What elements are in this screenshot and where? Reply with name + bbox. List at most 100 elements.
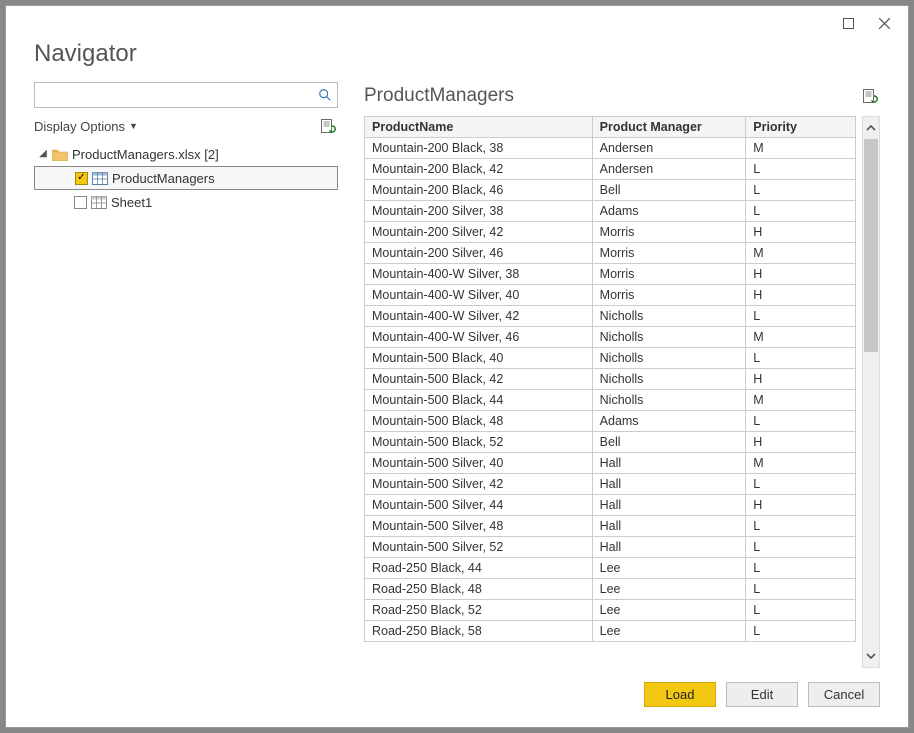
table-cell[interactable]: H (746, 264, 856, 285)
table-row[interactable]: Road-250 Black, 44LeeL (365, 558, 856, 579)
table-cell[interactable]: Mountain-500 Black, 42 (365, 369, 593, 390)
table-cell[interactable]: Road-250 Black, 58 (365, 621, 593, 642)
table-cell[interactable]: M (746, 453, 856, 474)
table-cell[interactable]: H (746, 432, 856, 453)
table-row[interactable]: Mountain-500 Black, 42NichollsH (365, 369, 856, 390)
table-cell[interactable]: Mountain-500 Silver, 44 (365, 495, 593, 516)
table-cell[interactable]: Hall (592, 516, 746, 537)
table-cell[interactable]: Mountain-400-W Silver, 42 (365, 306, 593, 327)
column-header[interactable]: Priority (746, 117, 856, 138)
table-cell[interactable]: Hall (592, 495, 746, 516)
table-cell[interactable]: L (746, 558, 856, 579)
twisty-expanded-icon[interactable]: ◢ (38, 148, 48, 159)
refresh-preview-button[interactable] (860, 86, 880, 106)
table-cell[interactable]: L (746, 600, 856, 621)
table-cell[interactable]: L (746, 201, 856, 222)
table-cell[interactable]: Hall (592, 453, 746, 474)
search-icon[interactable] (313, 88, 337, 102)
table-cell[interactable]: Morris (592, 264, 746, 285)
table-cell[interactable]: L (746, 411, 856, 432)
table-row[interactable]: Mountain-200 Silver, 42MorrisH (365, 222, 856, 243)
table-cell[interactable]: L (746, 348, 856, 369)
table-cell[interactable]: Lee (592, 579, 746, 600)
table-row[interactable]: Mountain-200 Silver, 38AdamsL (365, 201, 856, 222)
maximize-button[interactable] (830, 9, 866, 37)
table-cell[interactable]: Mountain-500 Black, 40 (365, 348, 593, 369)
table-cell[interactable]: Mountain-500 Silver, 42 (365, 474, 593, 495)
table-cell[interactable]: Hall (592, 537, 746, 558)
table-cell[interactable]: Morris (592, 222, 746, 243)
table-row[interactable]: Mountain-200 Black, 46BellL (365, 180, 856, 201)
table-cell[interactable]: Nicholls (592, 348, 746, 369)
table-cell[interactable]: Mountain-400-W Silver, 40 (365, 285, 593, 306)
column-header[interactable]: Product Manager (592, 117, 746, 138)
table-cell[interactable]: Bell (592, 432, 746, 453)
table-cell[interactable]: Nicholls (592, 369, 746, 390)
table-cell[interactable]: L (746, 180, 856, 201)
table-cell[interactable]: L (746, 579, 856, 600)
table-cell[interactable]: L (746, 306, 856, 327)
table-cell[interactable]: Nicholls (592, 390, 746, 411)
table-cell[interactable]: Mountain-200 Silver, 46 (365, 243, 593, 264)
table-cell[interactable]: L (746, 537, 856, 558)
table-cell[interactable]: M (746, 138, 856, 159)
table-row[interactable]: Mountain-500 Silver, 40HallM (365, 453, 856, 474)
table-cell[interactable]: Morris (592, 243, 746, 264)
table-row[interactable]: Mountain-400-W Silver, 42NichollsL (365, 306, 856, 327)
table-row[interactable]: Mountain-500 Silver, 48HallL (365, 516, 856, 537)
table-row[interactable]: Mountain-400-W Silver, 38MorrisH (365, 264, 856, 285)
scroll-up-button[interactable] (863, 117, 879, 139)
table-row[interactable]: Mountain-500 Black, 52BellH (365, 432, 856, 453)
close-button[interactable] (866, 9, 902, 37)
table-cell[interactable]: Nicholls (592, 327, 746, 348)
table-row[interactable]: Mountain-500 Black, 44NichollsM (365, 390, 856, 411)
table-cell[interactable]: Mountain-400-W Silver, 46 (365, 327, 593, 348)
table-cell[interactable]: Mountain-500 Silver, 40 (365, 453, 593, 474)
search-input[interactable] (35, 88, 313, 103)
table-row[interactable]: Mountain-400-W Silver, 46NichollsM (365, 327, 856, 348)
table-cell[interactable]: Mountain-200 Black, 42 (365, 159, 593, 180)
table-cell[interactable]: Mountain-400-W Silver, 38 (365, 264, 593, 285)
table-cell[interactable]: L (746, 621, 856, 642)
display-options-dropdown[interactable]: Display Options ▼ (34, 119, 138, 134)
tree-item-sheet1[interactable]: Sheet1 (34, 190, 338, 214)
table-cell[interactable]: L (746, 159, 856, 180)
search-box[interactable] (34, 82, 338, 108)
table-cell[interactable]: Mountain-200 Black, 38 (365, 138, 593, 159)
edit-button[interactable]: Edit (726, 682, 798, 707)
table-cell[interactable]: Nicholls (592, 306, 746, 327)
column-header[interactable]: ProductName (365, 117, 593, 138)
table-cell[interactable]: Road-250 Black, 52 (365, 600, 593, 621)
tree-root[interactable]: ◢ ProductManagers.xlsx [2] (34, 142, 338, 166)
table-cell[interactable]: Mountain-500 Silver, 48 (365, 516, 593, 537)
cancel-button[interactable]: Cancel (808, 682, 880, 707)
table-cell[interactable]: Andersen (592, 159, 746, 180)
table-row[interactable]: Mountain-400-W Silver, 40MorrisH (365, 285, 856, 306)
vertical-scrollbar[interactable] (862, 116, 880, 668)
table-cell[interactable]: Mountain-200 Silver, 42 (365, 222, 593, 243)
table-cell[interactable]: Mountain-500 Black, 44 (365, 390, 593, 411)
table-row[interactable]: Mountain-500 Silver, 44HallH (365, 495, 856, 516)
table-cell[interactable]: M (746, 327, 856, 348)
scrollbar-track[interactable] (863, 139, 879, 645)
refresh-button[interactable] (318, 116, 338, 136)
table-row[interactable]: Mountain-500 Silver, 42HallL (365, 474, 856, 495)
table-cell[interactable]: Lee (592, 621, 746, 642)
table-cell[interactable]: H (746, 369, 856, 390)
table-cell[interactable]: Lee (592, 600, 746, 621)
table-cell[interactable]: Road-250 Black, 44 (365, 558, 593, 579)
table-cell[interactable]: Bell (592, 180, 746, 201)
scroll-down-button[interactable] (863, 645, 879, 667)
table-row[interactable]: Road-250 Black, 52LeeL (365, 600, 856, 621)
table-cell[interactable]: Mountain-500 Black, 52 (365, 432, 593, 453)
table-row[interactable]: Mountain-500 Black, 48AdamsL (365, 411, 856, 432)
table-cell[interactable]: H (746, 285, 856, 306)
table-cell[interactable]: L (746, 474, 856, 495)
table-cell[interactable]: H (746, 222, 856, 243)
table-row[interactable]: Mountain-200 Silver, 46MorrisM (365, 243, 856, 264)
table-row[interactable]: Mountain-500 Black, 40NichollsL (365, 348, 856, 369)
load-button[interactable]: Load (644, 682, 716, 707)
table-cell[interactable]: Road-250 Black, 48 (365, 579, 593, 600)
table-cell[interactable]: M (746, 243, 856, 264)
table-cell[interactable]: L (746, 516, 856, 537)
